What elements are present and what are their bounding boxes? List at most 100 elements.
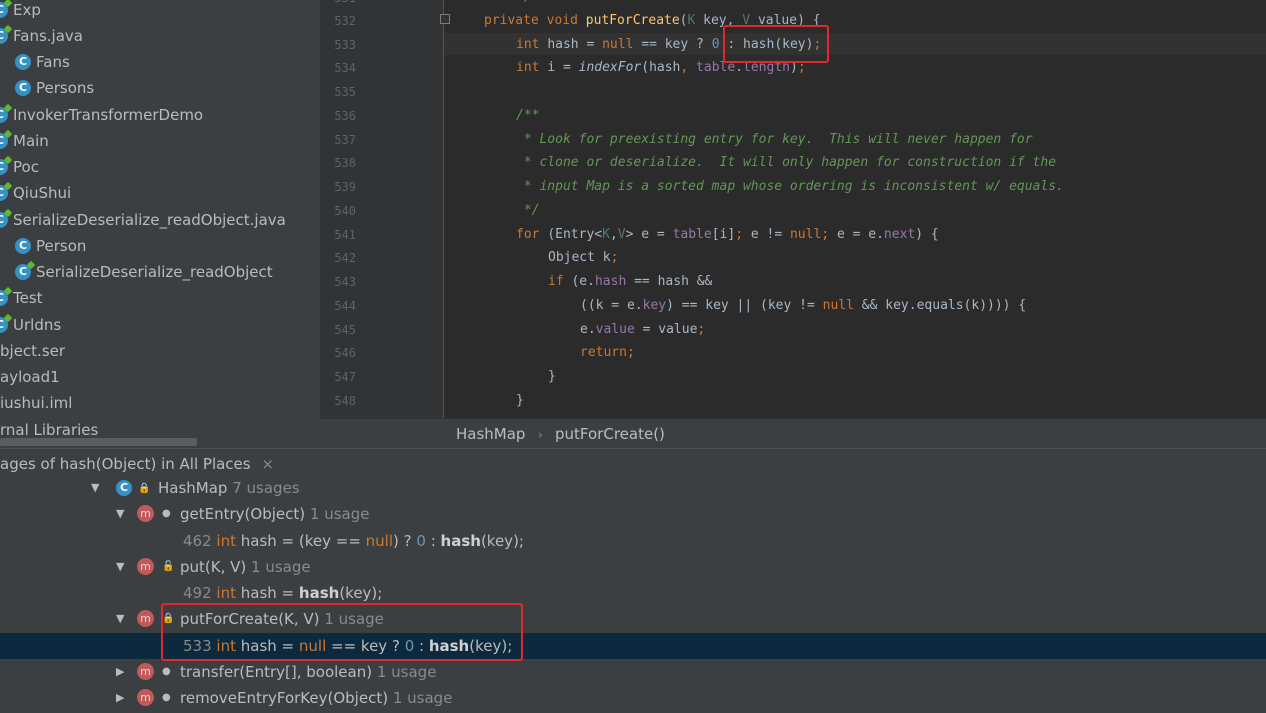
method-name: getEntry(Object) — [180, 505, 306, 523]
expand-arrow-icon[interactable]: ▼ — [116, 501, 124, 527]
line-number: 541 — [334, 228, 356, 242]
method-count: 1 usage — [309, 505, 370, 523]
root-name: HashMap — [158, 479, 228, 497]
usage-line-row[interactable]: 462 int hash = (key == null) ? 0 : hash(… — [0, 528, 1266, 554]
expand-arrow-icon[interactable]: ▼ — [116, 606, 124, 632]
class-run-icon: C — [0, 317, 8, 333]
tree-item-persons[interactable]: C Persons — [15, 75, 94, 101]
method-icon: m — [137, 558, 154, 575]
package-visibility-icon: ● — [162, 692, 171, 703]
method-name: put(K, V) — [180, 558, 247, 576]
tree-item-invokertransformerdemo[interactable]: CInvokerTransformerDemo — [0, 102, 203, 128]
class-run-icon: C — [0, 159, 8, 175]
line-number: 548 — [334, 394, 356, 408]
tree-item-serializedeserialize-java[interactable]: CSerializeDeserialize_readObject.java — [0, 207, 286, 233]
tree-item-exp[interactable]: CExp — [0, 0, 41, 23]
line-number: 534 — [334, 61, 356, 75]
line-number: 547 — [334, 370, 356, 384]
tree-item-urldns[interactable]: CUrldns — [0, 312, 61, 338]
code-editor[interactable]: 531 532 533 534 535 536 537 538 539 540 … — [320, 0, 1266, 418]
collapse-arrow-icon[interactable]: ▶ — [116, 659, 124, 685]
usage-method-row[interactable]: ▼ m 🔒 putForCreate(K, V) 1 usage — [0, 606, 1266, 632]
tree-item-test[interactable]: CTest — [0, 285, 43, 311]
usage-line-number: 533 — [183, 637, 212, 655]
method-name: removeEntryForKey(Object) — [180, 689, 389, 707]
tree-item-serializedeserialize-class[interactable]: C SerializeDeserialize_readObject — [15, 259, 273, 285]
method-icon: m — [137, 663, 154, 680]
close-icon[interactable]: × — [261, 455, 274, 473]
public-visibility-icon: 🔓 — [162, 561, 175, 572]
tree-item-qiushui-iml[interactable]: iushui.iml — [0, 390, 72, 416]
method-count: 1 usage — [324, 610, 384, 628]
usages-root-row[interactable]: ▼ C 🔒 HashMap 7 usages — [0, 475, 1266, 501]
method-icon: m — [137, 505, 154, 522]
line-number: 533 — [334, 38, 356, 52]
class-run-icon: C — [0, 185, 8, 201]
method-name: putForCreate(K, V) — [180, 610, 320, 628]
method-label: removeEntryForKey(Object) 1 usage — [180, 685, 452, 711]
line-number: 532 — [334, 14, 356, 28]
code-line-548: } — [516, 393, 524, 408]
usage-line: 492 int hash = hash(key); — [183, 584, 383, 602]
breadcrumb-separator-icon: › — [538, 428, 543, 442]
code-line-540: */ — [516, 203, 540, 218]
usage-method-row[interactable]: ▼ m 🔓 put(K, V) 1 usage — [0, 554, 1266, 580]
tree-item-fans[interactable]: C Fans — [15, 49, 70, 75]
package-visibility-icon: ● — [162, 666, 171, 677]
method-name: transfer(Entry[], boolean) — [180, 663, 373, 681]
code-line-546: return; — [580, 345, 635, 360]
class-icon: C — [116, 480, 132, 496]
line-number: 545 — [334, 323, 356, 337]
method-label: putForCreate(K, V) 1 usage — [180, 606, 384, 632]
class-run-icon: C — [0, 133, 8, 149]
root-label: HashMap 7 usages — [158, 475, 300, 501]
usages-tab[interactable]: ages of hash(Object) in All Places × — [0, 455, 274, 473]
expand-arrow-icon[interactable]: ▼ — [116, 554, 124, 580]
code-line-541: for (Entry<K,V> e = table[i]; e != null;… — [516, 227, 939, 242]
line-number: 540 — [334, 204, 356, 218]
code-line-532: private void putForCreate(K key, V value… — [484, 13, 821, 28]
code-line-536: /** — [516, 108, 540, 123]
tree-item-fans-java[interactable]: CFans.java — [0, 23, 83, 49]
usage-method-row[interactable]: ▼ m ● getEntry(Object) 1 usage — [0, 501, 1266, 527]
method-count: 1 usage — [251, 558, 311, 576]
class-run-icon: C — [0, 107, 8, 123]
tree-item-payload1[interactable]: ayload1 — [0, 364, 60, 390]
usage-method-row[interactable]: ▶ m ● removeEntryForKey(Object) 1 usage — [0, 685, 1266, 711]
usage-line-number: 492 — [183, 584, 212, 602]
fold-marker-icon[interactable] — [440, 14, 450, 24]
tree-item-person[interactable]: C Person — [15, 233, 86, 259]
line-number: 536 — [334, 109, 356, 123]
method-icon: m — [137, 610, 154, 627]
tree-item-main[interactable]: CMain — [0, 128, 49, 154]
usage-line-row-selected[interactable]: 533 int hash = null == key ? 0 : hash(ke… — [0, 633, 1266, 659]
code-line-533: int hash = null == key ? 0 : hash(key); — [516, 37, 822, 52]
line-number: 538 — [334, 156, 356, 170]
method-label: put(K, V) 1 usage — [180, 554, 311, 580]
line-number: 539 — [334, 180, 356, 194]
method-count: 1 usage — [376, 663, 437, 681]
class-run-icon: C — [0, 2, 8, 18]
line-number: 537 — [334, 133, 356, 147]
breadcrumb-class[interactable]: HashMap — [456, 425, 525, 443]
breadcrumb: HashMap › putForCreate() — [320, 418, 1266, 448]
horizontal-scrollbar[interactable] — [0, 438, 197, 446]
usage-method-row[interactable]: ▶ m ● transfer(Entry[], boolean) 1 usage — [0, 659, 1266, 685]
usage-line-row[interactable]: 492 int hash = hash(key); — [0, 580, 1266, 606]
breadcrumb-method[interactable]: putForCreate() — [555, 425, 665, 443]
tree-item-qiushui[interactable]: CQiuShui — [0, 180, 71, 206]
line-number: 542 — [334, 251, 356, 265]
tree-item-object-ser[interactable]: bject.ser — [0, 338, 65, 364]
class-run-icon: C — [0, 290, 8, 306]
collapse-arrow-icon[interactable]: ▶ — [116, 685, 124, 711]
tree-item-poc[interactable]: CPoc — [0, 154, 39, 180]
method-label: transfer(Entry[], boolean) 1 usage — [180, 659, 436, 685]
usages-tab-title: ages of hash(Object) in All Places — [0, 455, 251, 473]
expand-arrow-icon[interactable]: ▼ — [91, 475, 99, 501]
line-number: 546 — [334, 346, 356, 360]
method-count: 1 usage — [392, 689, 453, 707]
package-visibility-icon: ● — [162, 508, 171, 519]
code-line-543: if (e.hash == hash && — [548, 274, 713, 289]
code-line-539: * input Map is a sorted map whose orderi… — [516, 179, 1064, 194]
line-number: 535 — [334, 85, 356, 99]
